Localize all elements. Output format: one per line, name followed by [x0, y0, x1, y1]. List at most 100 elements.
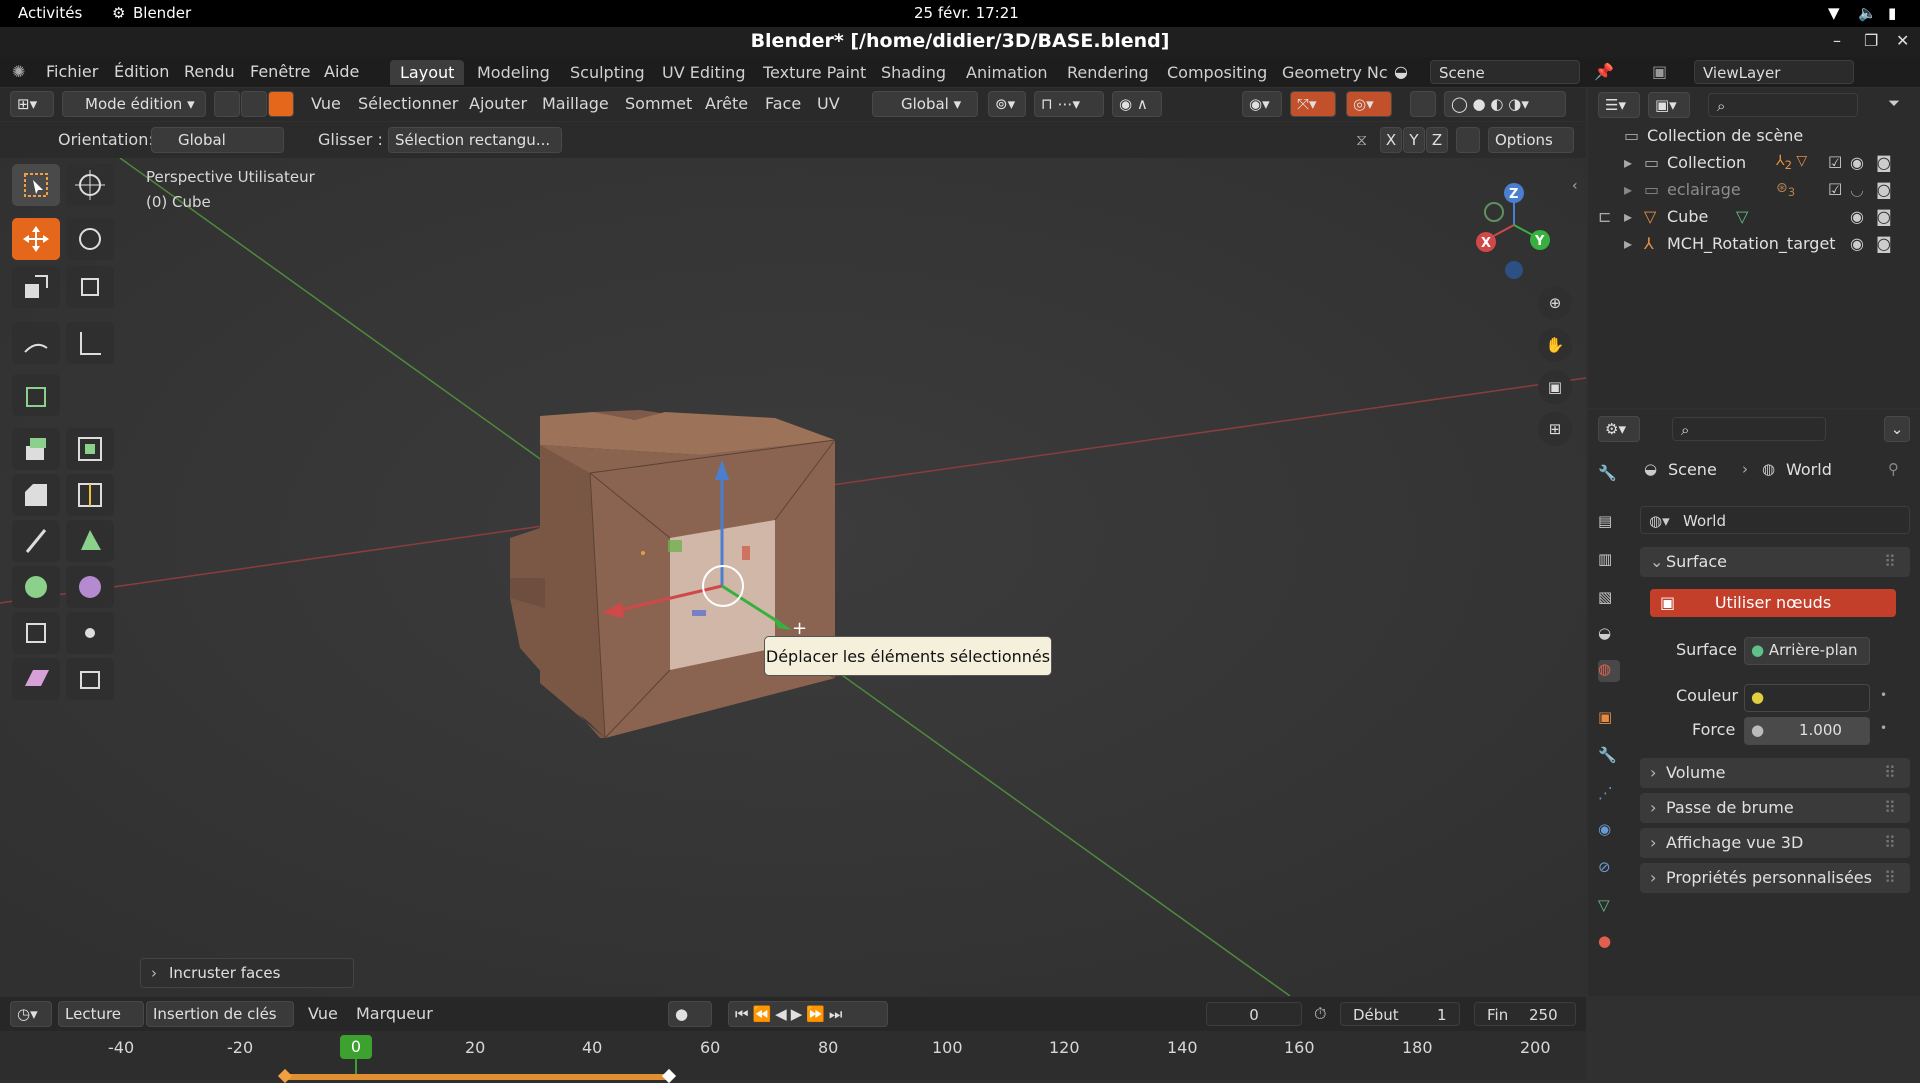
viewlayer-icon[interactable]: ▣ — [1652, 62, 1667, 81]
tab-compositing[interactable]: Compositing — [1157, 60, 1277, 85]
scene-tab-icon[interactable]: ◒ — [1598, 624, 1620, 646]
sidebar-toggle-icon[interactable]: ‹ — [1572, 178, 1578, 194]
auto-merge-icon[interactable] — [1456, 127, 1480, 153]
3d-viewport[interactable]: + Perspective Utilisateur (0) Cube Z X Y… — [0, 158, 1586, 996]
keyframe-dot-icon[interactable]: • — [1880, 688, 1887, 702]
shrink-fatten-tool[interactable] — [66, 612, 114, 654]
poly-build-tool[interactable] — [66, 520, 114, 562]
mirror-icon[interactable]: ⧖ — [1356, 130, 1367, 150]
close-icon[interactable]: ✕ — [1896, 31, 1909, 50]
mirror-y-button[interactable]: Y — [1403, 127, 1425, 153]
camera-icon[interactable]: ◙ — [1876, 180, 1892, 199]
tab-geometry-nodes[interactable]: Geometry Nc — [1272, 60, 1398, 85]
menu-marker[interactable]: Marqueur — [356, 1004, 433, 1023]
edge-select-icon[interactable] — [241, 91, 267, 117]
gizmo-toggle-icon[interactable]: ⤧▾ — [1290, 91, 1336, 117]
eye-icon[interactable]: ◉ — [1850, 153, 1864, 172]
eye-hidden-icon[interactable]: ◡ — [1850, 180, 1864, 199]
clock-icon[interactable]: ⏱ — [1314, 1004, 1326, 1024]
drag-dropdown[interactable]: Sélection rectangu... — [388, 127, 562, 153]
options-dropdown[interactable]: Options — [1488, 127, 1574, 153]
scale-tool[interactable] — [12, 266, 60, 308]
surface-shader-field[interactable]: ● Arrière-plan — [1744, 637, 1870, 665]
rotate-tool[interactable] — [66, 218, 114, 260]
menu-window[interactable]: Fenêtre — [250, 62, 311, 81]
outliner-row[interactable]: ▸ ⅄ MCH_Rotation_target ◉ ◙ — [1588, 230, 1920, 257]
tab-rendering[interactable]: Rendering — [1057, 60, 1159, 85]
extrude-tool[interactable] — [12, 428, 60, 470]
proportional-edit-icon[interactable]: ◉ ∧ — [1112, 91, 1162, 117]
pin-icon[interactable]: 📌 — [1594, 62, 1614, 81]
minimize-icon[interactable]: – — [1833, 31, 1841, 50]
display-mode-icon[interactable]: ▣▾ — [1648, 92, 1690, 118]
tab-shading[interactable]: Shading — [871, 60, 956, 85]
modifier-tab-icon[interactable]: 🔧 — [1598, 746, 1620, 768]
playhead[interactable]: 0 — [340, 1035, 372, 1059]
outliner-row[interactable]: ▸ ▭ eclairage ⊛3 ☑ ◡ ◙ — [1588, 176, 1920, 203]
editor-type-icon[interactable]: ⊞▾ — [10, 91, 54, 117]
filter-icon[interactable]: ⏷ — [1888, 94, 1900, 112]
camera-view-icon[interactable]: ▣ — [1538, 370, 1572, 404]
volume-panel-header[interactable]: › Volume ⠿ — [1640, 758, 1910, 788]
playback-controls-icon[interactable]: ⏮⏪◀▶⏩⏭ — [728, 1001, 888, 1027]
menu-view[interactable]: Vue — [311, 94, 341, 113]
keyframe-icon[interactable] — [661, 1068, 677, 1083]
expand-icon[interactable]: ▸ — [1624, 180, 1632, 199]
loop-cut-tool[interactable] — [66, 474, 114, 516]
physics-tab-icon[interactable]: ◉ — [1598, 820, 1620, 842]
object-tab-icon[interactable]: ▣ — [1598, 708, 1620, 730]
expand-icon[interactable]: ▸ — [1624, 153, 1632, 172]
camera-icon[interactable]: ◙ — [1876, 207, 1892, 226]
properties-search-input[interactable]: ⌕ — [1672, 417, 1826, 441]
select-box-tool[interactable] — [12, 164, 60, 206]
drag-handle-icon[interactable]: ⠿ — [1884, 868, 1896, 887]
world-datablock-field[interactable]: ◍▾ World — [1640, 506, 1910, 534]
tab-uv-editing[interactable]: UV Editing — [652, 60, 755, 85]
outliner-search-input[interactable]: ⌕ — [1708, 93, 1858, 117]
menu-mesh[interactable]: Maillage — [542, 94, 609, 113]
drag-handle-icon[interactable]: ⠿ — [1884, 798, 1896, 817]
expand-icon[interactable]: ▸ — [1624, 207, 1632, 226]
keyframe-dot-icon[interactable]: • — [1880, 721, 1887, 735]
menu-select[interactable]: Sélectionner — [358, 94, 458, 113]
bevel-tool[interactable] — [12, 474, 60, 516]
snap-icon[interactable]: ⊓ ⋯▾ — [1034, 91, 1104, 117]
transform-tool[interactable] — [66, 266, 114, 308]
scene-selector-icon[interactable]: ◒ — [1394, 62, 1408, 81]
rip-region-tool[interactable] — [66, 658, 114, 700]
battery-icon[interactable]: ▮ — [1888, 4, 1896, 22]
viewlayer-field[interactable]: ViewLayer — [1694, 60, 1854, 84]
color-field[interactable]: ● — [1744, 684, 1870, 712]
menu-render[interactable]: Rendu — [184, 62, 235, 81]
add-cube-tool[interactable] — [12, 374, 60, 416]
mirror-z-button[interactable]: Z — [1426, 127, 1448, 153]
timeline-editor-icon[interactable]: ◷▾ — [10, 1001, 52, 1027]
vertex-select-icon[interactable] — [214, 91, 240, 117]
menu-add[interactable]: Ajouter — [469, 94, 527, 113]
menu-uv[interactable]: UV — [817, 94, 840, 113]
clock[interactable]: 25 févr. 17:21 — [914, 4, 1019, 22]
view-layer-tab-icon[interactable]: ▧ — [1598, 588, 1620, 610]
visibility-icon[interactable]: ◉▾ — [1242, 91, 1282, 117]
viewport-display-panel-header[interactable]: › Affichage vue 3D ⠿ — [1640, 828, 1910, 858]
mirror-x-button[interactable]: X — [1380, 127, 1402, 153]
last-operator-panel[interactable]: › Incruster faces — [140, 958, 354, 988]
shear-tool[interactable] — [12, 658, 60, 700]
measure-tool[interactable] — [66, 322, 114, 364]
mist-panel-header[interactable]: › Passe de brume ⠿ — [1640, 793, 1910, 823]
camera-icon[interactable]: ◙ — [1876, 234, 1892, 253]
keyframe-icon[interactable] — [277, 1068, 293, 1083]
timeline-area[interactable]: -40 -20 0 20 40 60 80 100 120 140 160 18… — [0, 1031, 1586, 1083]
playback-dropdown[interactable]: Lecture — [58, 1001, 144, 1027]
scene-field[interactable]: Scene — [1430, 60, 1580, 84]
tab-sculpting[interactable]: Sculpting — [560, 60, 655, 85]
orientation-dropdown[interactable]: Global — [151, 127, 284, 153]
drag-handle-icon[interactable]: ⠿ — [1884, 763, 1896, 782]
ortho-grid-icon[interactable]: ⊞ — [1538, 412, 1572, 446]
menu-edge[interactable]: Arête — [705, 94, 748, 113]
eye-icon[interactable]: ◉ — [1850, 234, 1864, 253]
menu-vertex[interactable]: Sommet — [625, 94, 692, 113]
menu-help[interactable]: Aide — [324, 62, 359, 81]
xray-icon[interactable] — [1410, 91, 1436, 117]
cursor-tool[interactable] — [66, 164, 114, 206]
